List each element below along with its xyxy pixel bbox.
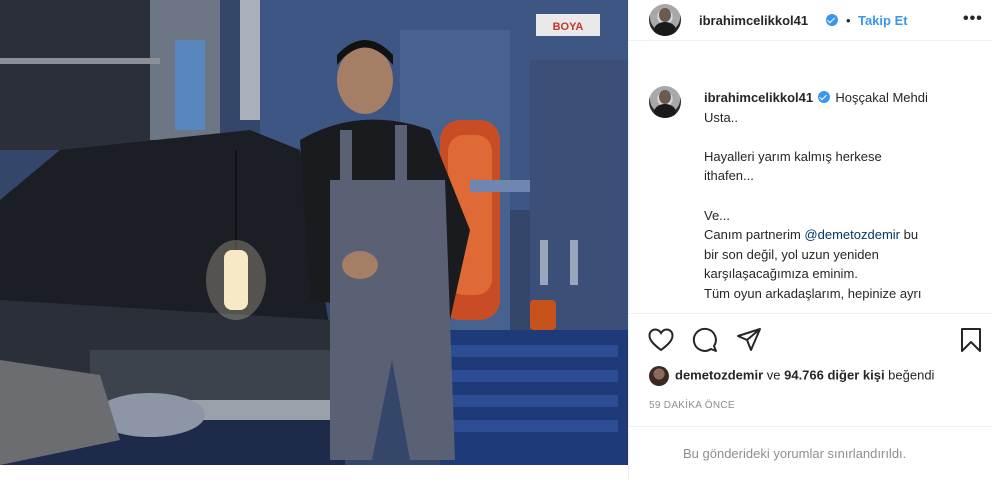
avatar-body	[654, 104, 676, 118]
post-header: ibrahimcelikkol41 • Takip Et •••	[629, 0, 992, 41]
comments-area[interactable]: ibrahimcelikkol41 Hoşçakal Mehdi Usta.. …	[629, 41, 992, 314]
comments-restricted-bar: Bu gönderideki yorumlar sınırlandırıldı.	[629, 426, 992, 480]
avatar-head	[659, 8, 671, 22]
likes-summary[interactable]: demetozdemir ve 94.766 diğer kişi beğend…	[649, 366, 934, 386]
more-options-icon[interactable]: •••	[963, 10, 983, 28]
post-actions	[629, 314, 992, 362]
post-timestamp[interactable]: 59 DAKİKA ÖNCE	[649, 400, 735, 411]
verified-badge-icon	[817, 91, 830, 103]
heart-icon[interactable]	[648, 328, 674, 352]
caption-line: bir son değil, yol uzun yeniden	[704, 246, 879, 262]
author-avatar[interactable]	[649, 4, 681, 36]
caption-username[interactable]: ibrahimcelikkol41	[704, 90, 813, 105]
caption-line: Hoşçakal Mehdi	[835, 90, 928, 105]
follow-button[interactable]: Takip Et	[858, 13, 908, 28]
share-icon[interactable]	[736, 327, 762, 353]
comment-icon[interactable]	[692, 327, 718, 353]
mention-link[interactable]: @demetozdemir	[804, 227, 900, 242]
boya-sign: BOYA	[553, 21, 584, 33]
post-photo[interactable]: BOYA	[0, 0, 628, 465]
caption-line: Tüm oyun arkadaşlarım, hepinize ayrı	[704, 285, 922, 301]
liker-username[interactable]: demetozdemir	[675, 367, 763, 382]
caption-line: ithafen...	[704, 168, 754, 184]
likes-others-count[interactable]: 94.766 diğer kişi	[784, 367, 884, 382]
caption-line: Usta..	[704, 109, 738, 125]
header-separator: •	[846, 13, 851, 28]
caption-line: Hayalleri yarım kalmış herkese	[704, 148, 882, 164]
likes-suffix: beğendi	[884, 367, 935, 383]
caption-line: karşılaşacağımıza eminim.	[704, 266, 858, 282]
bookmark-icon[interactable]	[959, 327, 983, 353]
avatar-head	[659, 90, 671, 104]
likes-connector: ve	[763, 367, 785, 383]
caption-line: Ve...	[704, 207, 731, 223]
photo-bottom-strip	[0, 465, 628, 480]
post-side-panel: ibrahimcelikkol41 • Takip Et ••• ibrahim…	[628, 0, 992, 480]
photo-illustration: BOYA	[0, 0, 628, 465]
post-caption: ibrahimcelikkol41 Hoşçakal Mehdi Usta.. …	[704, 88, 974, 304]
caption-author-avatar[interactable]	[649, 86, 681, 118]
comments-restricted-text: Bu gönderideki yorumlar sınırlandırıldı.	[683, 446, 907, 461]
caption-text: bu	[900, 227, 919, 243]
liker-avatar	[649, 366, 669, 386]
avatar-body	[654, 22, 676, 36]
author-username[interactable]: ibrahimcelikkol41	[699, 13, 808, 28]
caption-text: Canım partnerim	[704, 227, 805, 243]
verified-badge-icon	[826, 14, 838, 26]
